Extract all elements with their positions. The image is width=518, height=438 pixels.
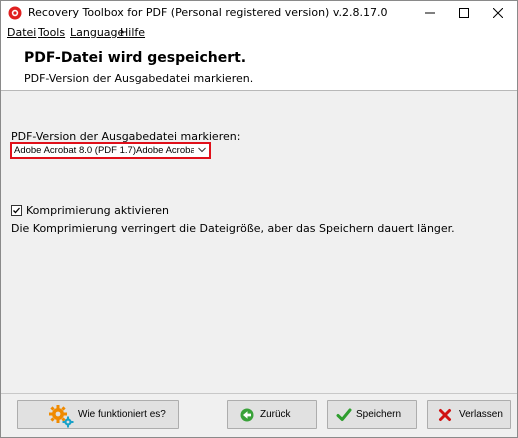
- close-icon: [493, 8, 503, 18]
- back-button[interactable]: Zurück: [227, 400, 317, 429]
- menu-item-tools[interactable]: Tools: [38, 26, 65, 39]
- chevron-down-icon: [198, 147, 206, 153]
- menu-item-hilfe[interactable]: Hilfe: [120, 26, 145, 39]
- app-window: Recovery Toolbox for PDF (Personal regis…: [0, 0, 518, 438]
- how-it-works-label: Wie funktioniert es?: [78, 409, 166, 420]
- compression-description: Die Komprimierung verringert die Dateigr…: [11, 222, 455, 235]
- compression-checkbox[interactable]: [11, 205, 22, 216]
- app-logo-icon: [8, 6, 22, 20]
- close-button[interactable]: [481, 1, 515, 25]
- page-subtitle: PDF-Version der Ausgabedatei markieren.: [24, 72, 254, 85]
- title-bar[interactable]: Recovery Toolbox for PDF (Personal regis…: [1, 1, 517, 25]
- checkmark-icon: [336, 408, 352, 421]
- checkmark-icon: [13, 207, 20, 214]
- wizard-footer: Wie funktioniert es? Zurück Speichern Ve…: [1, 394, 517, 437]
- exit-label: Verlassen: [459, 409, 503, 420]
- minimize-icon: [425, 12, 435, 14]
- maximize-icon: [459, 8, 469, 18]
- window-title: Recovery Toolbox for PDF (Personal regis…: [28, 6, 388, 19]
- minimize-button[interactable]: [413, 1, 447, 25]
- menu-label: Language: [70, 26, 125, 39]
- menu-item-datei[interactable]: Datei: [7, 26, 36, 39]
- page-title: PDF-Datei wird gespeichert.: [24, 50, 247, 66]
- how-it-works-button[interactable]: Wie funktioniert es?: [17, 400, 179, 429]
- cross-icon: [439, 409, 451, 421]
- menu-label: Hilfe: [120, 26, 146, 39]
- menu-label: Datei: [7, 26, 37, 39]
- pdf-version-select[interactable]: Adobe Acrobat 8.0 (PDF 1.7)Adobe Acrobat…: [10, 142, 211, 159]
- wizard-content: PDF-Version der Ausgabedatei markieren: …: [1, 91, 517, 393]
- back-label: Zurück: [260, 409, 291, 420]
- exit-button[interactable]: Verlassen: [427, 400, 511, 429]
- save-label: Speichern: [356, 409, 402, 420]
- back-arrow-icon: [240, 408, 254, 422]
- menu-bar: Datei Tools Language Hilfe: [1, 25, 517, 42]
- wizard-header: PDF-Datei wird gespeichert. PDF-Version …: [1, 42, 517, 90]
- menu-label: Tools: [38, 26, 66, 39]
- menu-item-language[interactable]: Language: [70, 26, 124, 39]
- save-button[interactable]: Speichern: [327, 400, 417, 429]
- gears-icon: [49, 405, 74, 428]
- maximize-button[interactable]: [447, 1, 481, 25]
- pdf-version-value: Adobe Acrobat 8.0 (PDF 1.7)Adobe Acrobat…: [14, 145, 194, 156]
- compression-label: Komprimierung aktivieren: [26, 204, 169, 217]
